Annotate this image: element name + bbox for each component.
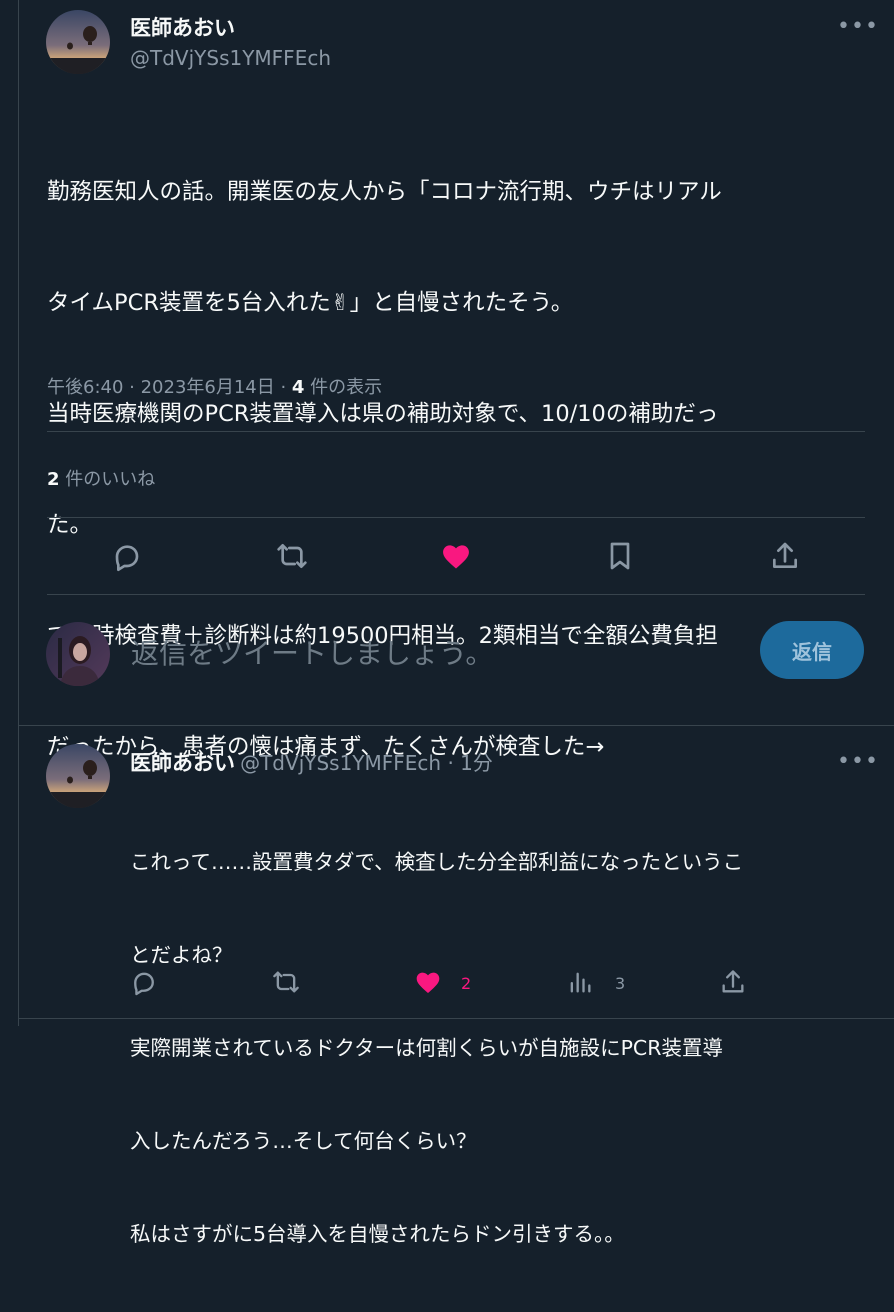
reply-retweet-icon[interactable] [272,968,300,996]
author-handle[interactable]: @TdVjYSs1YMFFEch [130,46,331,70]
reply-author-name[interactable]: 医師あおい [130,751,235,775]
user-avatar[interactable] [46,622,110,686]
reply-author-avatar[interactable] [46,744,110,808]
divider [19,1018,894,1019]
author-avatar[interactable] [46,10,110,74]
reply-text-line: とだよね？ [130,943,233,967]
tweet-text-line: 勤務医知人の話。開業医の友人から「コロナ流行期、ウチはリアル [47,179,722,205]
likes-count: 2 [47,469,60,490]
reply-text-line: 入したんだろう…そして何台くらい？ [130,1129,477,1153]
tweet-text-line: た。 [47,512,93,538]
thread-divider [19,725,894,726]
reply-input[interactable]: 返信をツイートしましょう。 [131,632,493,672]
reply-author-handle[interactable]: @TdVjYSs1YMFFEch [240,751,441,775]
reply-text-line: 私はさすがに5台導入を自慢されたらドン引きする。。 [130,1222,625,1246]
tweet-meta: 午後6:40 · 2023年6月14日 · 4 件の表示 [47,373,382,399]
likes-summary[interactable]: 2 件のいいね [47,465,155,491]
likes-label: 件のいいね [59,469,156,490]
reply-button[interactable]: 返信 [760,621,864,679]
bookmark-icon[interactable] [604,540,636,572]
retweet-icon[interactable] [276,540,308,572]
reply-like-count: 2 [461,974,472,993]
reply-timestamp[interactable]: · 1分 [441,751,492,775]
divider [47,431,865,432]
tweet-text-line: タイムPCR装置を5台入れた✌」と自慢されたそう。 [47,290,574,316]
reply-reply-icon[interactable] [130,968,158,996]
reply-views-count: 3 [615,974,626,993]
reply-more-options-icon[interactable]: ••• [837,749,879,774]
reply-icon[interactable] [111,540,143,572]
reply-share-icon[interactable] [719,968,747,996]
reply-text-line: これって……設置費タダで、検査した分全部利益になったというこ [130,850,744,874]
reply-header: 医師あおい @TdVjYSs1YMFFEch · 1分 [130,747,493,777]
reply-text-line: 実際開業されているドクターは何割くらいが自施設にPCR装置導 [130,1036,723,1060]
tweet-timestamp[interactable]: 午後6:40 · 2023年6月14日 · [47,377,292,398]
reply-analytics-icon[interactable] [566,968,594,996]
share-icon[interactable] [769,540,801,572]
author-name[interactable]: 医師あおい [130,12,235,42]
timeline-column: 医師あおい @TdVjYSs1YMFFEch ••• 勤務医知人の話。開業医の友… [18,0,894,1246]
reply-text: これって……設置費タダで、検査した分全部利益になったというこ とだよね？ 実際開… [130,785,743,1312]
more-options-icon[interactable]: ••• [837,14,879,39]
views-count[interactable]: 4 [292,377,305,398]
reply-heart-icon[interactable] [414,968,442,996]
divider [47,517,865,518]
heart-icon[interactable] [440,540,472,572]
views-label[interactable]: 件の表示 [304,377,382,398]
tweet-text-line: 当時医療機関のPCR装置導入は県の補助対象で、10/10の補助だっ [47,401,719,427]
divider [47,594,865,595]
